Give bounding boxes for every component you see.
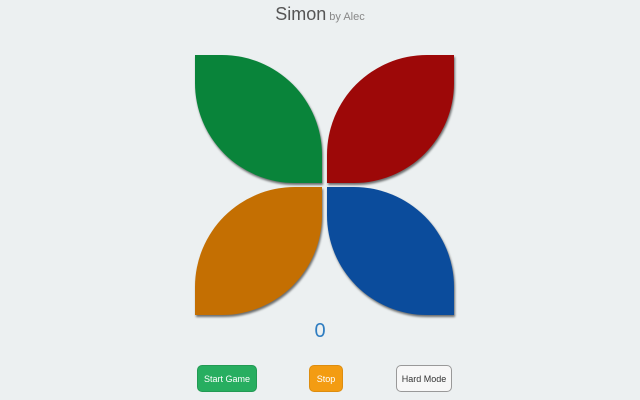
start-game-button[interactable]: Start Game xyxy=(197,365,257,392)
game-title: Simon xyxy=(275,4,327,24)
stop-button[interactable]: Stop xyxy=(309,365,343,392)
orange-pad[interactable] xyxy=(195,187,322,315)
hard-mode-button[interactable]: Hard Mode xyxy=(396,365,452,392)
page-title: Simon by Alec xyxy=(0,4,640,25)
green-pad[interactable] xyxy=(195,55,322,183)
score-counter: 0 xyxy=(314,320,326,342)
red-pad[interactable] xyxy=(327,55,454,183)
blue-pad[interactable] xyxy=(327,187,454,315)
game-author: by Alec xyxy=(329,11,365,23)
